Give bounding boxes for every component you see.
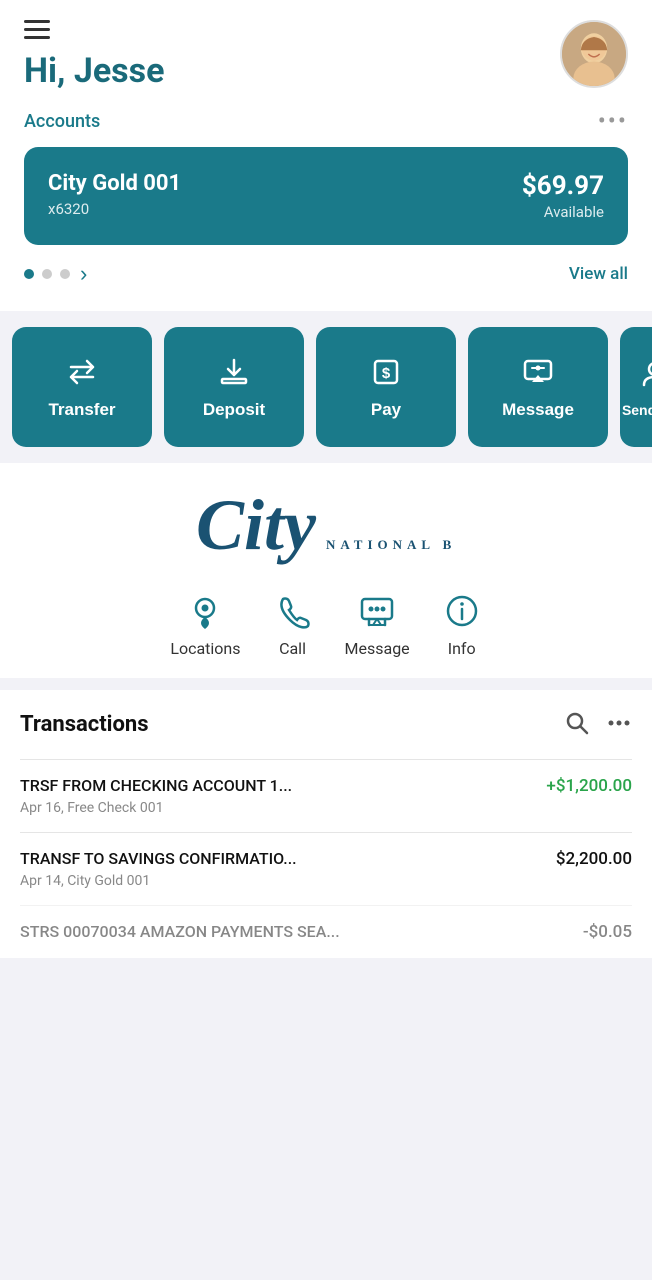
actions-row: Transfer Deposit $ Pay (0, 311, 652, 463)
transaction-name-2: TRANSF TO SAVINGS CONFIRMATIO... (20, 849, 297, 868)
deposit-icon (216, 354, 252, 390)
dot-2[interactable] (42, 269, 52, 279)
transactions-title: Transactions (20, 712, 149, 737)
account-info: City Gold 001 x6320 (48, 171, 181, 218)
send-with-button[interactable]: Send with (620, 327, 652, 447)
transaction-date-2: Apr 14 (20, 873, 61, 889)
deposit-button[interactable]: Deposit (164, 327, 304, 447)
account-balance: $69.97 (522, 171, 604, 201)
location-icon (185, 591, 225, 631)
message-icon (520, 354, 556, 390)
table-row[interactable]: TRANSF TO SAVINGS CONFIRMATIO... $2,200.… (20, 832, 632, 905)
next-account-button[interactable]: › (80, 261, 87, 287)
message-label: Message (502, 400, 574, 420)
phone-icon (273, 591, 313, 631)
dots-group (24, 269, 70, 279)
transaction-amount-2: $2,200.00 (556, 849, 632, 869)
account-balance-group: $69.97 Available (522, 171, 604, 221)
info-button[interactable]: Info (442, 591, 482, 658)
pay-icon: $ (368, 354, 404, 390)
svg-text:$: $ (382, 365, 391, 382)
table-row[interactable]: STRS 00070034 AMAZON PAYMENTS SEA... -$0… (20, 905, 632, 958)
pay-label: Pay (371, 400, 401, 420)
transactions-more-button[interactable] (606, 710, 632, 739)
transaction-meta-2: Apr 14, City Gold 001 (20, 873, 632, 889)
deposit-label: Deposit (203, 400, 265, 420)
transaction-account-2: City Gold 001 (67, 873, 150, 889)
locations-label: Locations (170, 639, 240, 658)
bank-info-card: City NATIONAL BANK Locations C (0, 463, 652, 678)
account-card[interactable]: City Gold 001 x6320 $69.97 Available (24, 147, 628, 245)
search-button[interactable] (564, 710, 590, 739)
transaction-name-3: STRS 00070034 AMAZON PAYMENTS SEA... (20, 922, 340, 941)
transaction-row-3: STRS 00070034 AMAZON PAYMENTS SEA... -$0… (20, 922, 632, 942)
dot-3[interactable] (60, 269, 70, 279)
accounts-more-button[interactable]: ••• (598, 107, 628, 135)
message-button[interactable]: Message (468, 327, 608, 447)
greeting: Hi, Jesse (24, 51, 164, 91)
transaction-meta-1: Apr 16, Free Check 001 (20, 800, 632, 816)
transaction-row-2: TRANSF TO SAVINGS CONFIRMATIO... $2,200.… (20, 849, 632, 869)
call-label: Call (279, 639, 306, 658)
table-row[interactable]: TRSF FROM CHECKING ACCOUNT 1... +$1,200.… (20, 759, 632, 832)
transactions-card: Transactions TRSF FROM CHECKING ACCOUNT … (0, 690, 652, 958)
pagination-dots: › (24, 261, 87, 287)
transaction-date-1: Apr 16 (20, 800, 61, 816)
avatar[interactable] (560, 20, 628, 88)
dot-1[interactable] (24, 269, 34, 279)
send-with-label: Send with (622, 402, 652, 418)
transfer-icon (64, 354, 100, 390)
accounts-section: Accounts ••• City Gold 001 x6320 $69.97 … (0, 107, 652, 311)
transactions-icons (564, 710, 632, 739)
transaction-account-1: Free Check 001 (67, 800, 163, 816)
transactions-header: Transactions (20, 710, 632, 739)
bank-actions: Locations Call (20, 591, 632, 658)
accounts-header: Accounts ••• (24, 107, 628, 147)
info-label: Info (448, 639, 476, 658)
call-button[interactable]: Call (273, 591, 313, 658)
account-name: City Gold 001 (48, 171, 181, 196)
transaction-row-1: TRSF FROM CHECKING ACCOUNT 1... +$1,200.… (20, 776, 632, 796)
transaction-name-1: TRSF FROM CHECKING ACCOUNT 1... (20, 776, 292, 795)
svg-text:NATIONAL BANK: NATIONAL BANK (326, 537, 456, 552)
header: Hi, Jesse (0, 0, 652, 107)
account-balance-label: Available (522, 203, 604, 221)
header-left: Hi, Jesse (24, 20, 164, 91)
transaction-amount-3: -$0.05 (583, 922, 632, 942)
bank-message-label: Message (345, 639, 410, 658)
pagination: › View all (24, 245, 628, 291)
hamburger-menu[interactable] (24, 20, 164, 39)
transfer-button[interactable]: Transfer (12, 327, 152, 447)
info-icon (442, 591, 482, 631)
bank-logo: City NATIONAL BANK (196, 487, 456, 567)
account-number: x6320 (48, 200, 181, 218)
transfer-label: Transfer (48, 400, 115, 420)
bank-message-icon (357, 591, 397, 631)
bank-message-button[interactable]: Message (345, 591, 410, 658)
svg-text:City: City (196, 487, 317, 565)
view-all-link[interactable]: View all (569, 264, 628, 284)
send-with-icon (637, 356, 652, 392)
locations-button[interactable]: Locations (170, 591, 240, 658)
transaction-amount-1: +$1,200.00 (546, 776, 632, 796)
accounts-title: Accounts (24, 111, 100, 132)
pay-button[interactable]: $ Pay (316, 327, 456, 447)
